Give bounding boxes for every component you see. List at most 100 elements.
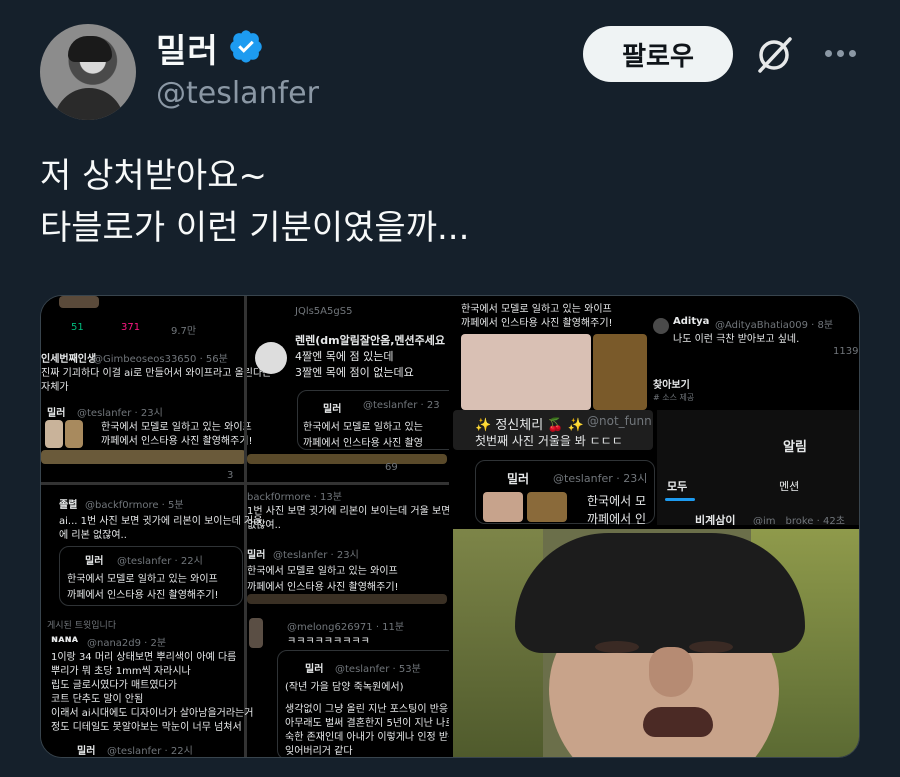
reply-text: 1이랑 34 머리 상태보면 뿌리색이 아예 다름: [51, 652, 237, 663]
quote-name: 밀러: [77, 746, 96, 757]
image-fragment: [249, 618, 263, 648]
photo-thumb: [593, 334, 647, 410]
follow-button[interactable]: 팔로우: [583, 26, 733, 82]
reply-handle: @melong626971 · 11분: [287, 622, 405, 633]
reply-text: 3짤엔 목에 점이 없는데요: [295, 366, 414, 379]
quote-name: 밀러: [323, 404, 342, 415]
beanie: [515, 533, 805, 653]
reply-text: ai... 1번 사진 보면 귓가에 리본이 보이는데 거울: [59, 516, 263, 527]
avatar: [653, 318, 669, 334]
reply-handle: @AdityaBhatia009 · 8분: [715, 320, 834, 331]
quote-handle: @teslanfer · 53분: [335, 664, 421, 675]
reply-name: 비계삼이: [695, 514, 736, 525]
quote-handle: @teslanfer · 23시: [553, 472, 648, 485]
avatar-body: [54, 88, 124, 120]
notifications-overlay: [657, 410, 859, 525]
view-count: 3: [227, 470, 234, 481]
mouth: [643, 707, 713, 737]
verified-badge-icon: [230, 30, 262, 63]
grok-icon[interactable]: [752, 33, 796, 77]
reply-handle: @nana2d9 · 2분: [87, 638, 167, 649]
reply-text: 에 리본 없잖여..: [59, 530, 127, 541]
reply-handle: backf0rmore · 13분: [247, 492, 342, 503]
display-name[interactable]: 밀러: [156, 24, 219, 72]
retweet-count: 51: [71, 322, 84, 333]
quote-text: 한국에서 모델로 일하고 있는 와이프: [101, 422, 252, 433]
quote-text: 까페에서 인스타용 사진 촬영해주기!: [247, 582, 399, 593]
nose: [649, 647, 693, 697]
reply-name: 인세번째인생: [41, 354, 97, 365]
quote-name: 밀러: [85, 556, 104, 567]
quote-name: 밀러: [305, 664, 324, 675]
quote-name: 밀러: [507, 472, 530, 486]
quote-handle: @teslanfer · 23시: [273, 550, 359, 561]
reply-text: ㅋㅋㅋㅋㅋㅋㅋㅋㅋ: [287, 636, 370, 647]
caption-text: 한국에서 모델로 일하고 있는 와이프: [461, 304, 612, 315]
view-count: 1139: [833, 346, 859, 357]
reply-name: ✨ 정신체리 🍒 ✨: [475, 418, 584, 433]
like-count: 371: [121, 322, 141, 333]
reply-name: 렌렌(dm알림잘안옴,멘션주세요: [295, 334, 445, 347]
image-fragment: [59, 296, 99, 308]
reply-text: 나도 이런 극찬 받아보고 싶네.: [673, 334, 800, 345]
tweet-text: 저 상처받아요~ 타블로가 이런 기분이였을까...: [40, 150, 469, 254]
quote-name: 밀러: [47, 408, 66, 419]
reply-text: 정도 디테일도 못알아보는 막눈이 너무 넘쳐서: [51, 722, 242, 733]
reply-name: 졸렬: [59, 500, 78, 511]
quote-text: 잊어버리거 같다: [285, 746, 353, 757]
image-strip: [41, 450, 246, 464]
thumb-image: [45, 420, 63, 448]
tab-indicator: [665, 498, 695, 501]
reply-text: 첫번째 사진 거울을 봐 ㄷㄷㄷ: [475, 434, 623, 448]
section-sub: # 소스 제공: [653, 393, 695, 402]
reply-text: 진짜 기괴하다 이걸 ai로 만들어서 와이프라고 올린다는: [41, 368, 272, 379]
reply-handle: @not_funn: [587, 414, 652, 428]
reply-name: Aditya: [673, 316, 710, 327]
media-image-3[interactable]: [453, 529, 859, 757]
reply-text: 이래서 ai시대에도 디자이너가 살아남을거라는거: [51, 708, 254, 719]
reply-text: 1번 사진 보면 귓가에 리본이 보이는데 거울 보면 뒤통: [247, 506, 449, 517]
reply-text: 4짤엔 목에 점 있는데: [295, 350, 394, 363]
avatar[interactable]: [40, 24, 136, 120]
user-handle[interactable]: @teslanfer: [156, 76, 319, 111]
section-title: 찾아보기: [653, 380, 690, 391]
reply-handle: @Gimbeoseos33650 · 56분: [93, 354, 228, 365]
tweet-line-2: 타블로가 이런 기분이였을까...: [40, 208, 470, 248]
quote-text: 한국에서 모델로 일하고 있는: [303, 422, 423, 433]
tab-mention: 멘션: [779, 480, 800, 493]
quote-text: 숙한 존재인데 아내가 이렇게나 인정 받는: [285, 732, 449, 743]
media-image-2[interactable]: 한국에서 모델로 일하고 있는 와이프 까페에서 인스타용 사진 촬영해주기! …: [453, 296, 859, 525]
photo-thumb: [461, 334, 591, 410]
reply-name: ɴᴀɴᴀ: [51, 634, 79, 645]
reply-text: 코트 단추도 말이 안됨: [51, 694, 144, 705]
eye-left: [595, 641, 639, 653]
reply-handle: @im__broke · 42초: [753, 516, 845, 525]
thumb-image: [483, 492, 523, 522]
quote-text: 까페에서 인스타용 사진 촬영해주기!: [101, 436, 253, 447]
quote-name: 밀러: [247, 550, 266, 561]
quote-text: 까페에서 인: [587, 512, 647, 525]
image-strip: [247, 454, 447, 464]
reply-handle: @backf0rmore · 5분: [85, 500, 184, 511]
quote-handle: @teslanfer · 22시: [107, 746, 193, 757]
thumb-image: [527, 492, 567, 522]
reply-text: JQls5A5gS5: [295, 306, 353, 317]
avatar: [255, 342, 287, 374]
reply-text: 립도 글로시였다가 매트였다가: [51, 680, 177, 691]
more-icon[interactable]: [820, 38, 860, 68]
quote-text: 한국에서 모델로 일하고 있는 와이프: [247, 566, 398, 577]
quote-handle: @teslanfer · 22시: [117, 556, 203, 567]
deleted-notice: 게시된 트윗입니다: [47, 621, 117, 631]
quote-text: (작년 가을 담양 죽녹원에서): [285, 682, 404, 693]
media-grid[interactable]: 51 371 9.7만 인세번째인생 @Gimbeoseos33650 · 56…: [40, 295, 860, 758]
quote-text: 한국에서 모델로 일하고 있는 와이프: [67, 574, 218, 585]
tab-all: 모두: [667, 480, 688, 493]
quote-text: 까페에서 인스타용 사진 촬영해주기!: [67, 590, 219, 601]
divider: [41, 482, 449, 485]
view-count: 9.7만: [171, 326, 197, 337]
eye-right: [689, 641, 733, 653]
tweet-line-1: 저 상처받아요~: [40, 156, 267, 196]
caption-text: 까페에서 인스타용 사진 촬영해주기!: [461, 318, 613, 329]
thumb-image: [65, 420, 83, 448]
media-image-1[interactable]: 51 371 9.7만 인세번째인생 @Gimbeoseos33650 · 56…: [41, 296, 449, 757]
